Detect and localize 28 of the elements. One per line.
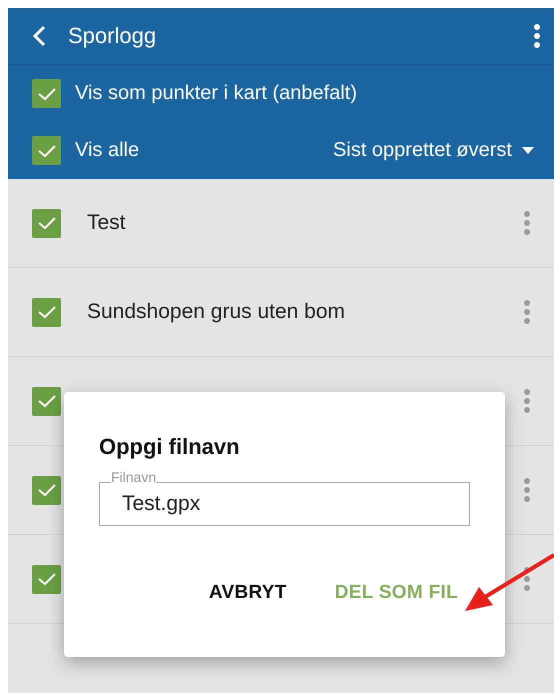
caret-icon — [522, 147, 534, 154]
check-icon — [36, 483, 56, 497]
screen-title: Sporlogg — [68, 23, 158, 49]
checkbox[interactable] — [32, 386, 61, 416]
more-icon[interactable] — [534, 24, 540, 48]
check-icon — [36, 394, 56, 408]
check-icon — [36, 572, 56, 586]
check-icon — [36, 305, 56, 319]
filename-field[interactable]: Test.gpx — [99, 482, 470, 526]
field-label: Filnavn — [111, 469, 156, 485]
track-name: Test — [87, 211, 127, 235]
check-icon — [36, 216, 56, 230]
checkbox[interactable] — [32, 476, 61, 504]
checkbox[interactable] — [32, 79, 61, 108]
dialog-title: Oppgi filnavn — [99, 434, 241, 460]
track-name: Sundshopen grus uten bom — [87, 300, 346, 324]
checkbox-label: Vis alle — [75, 139, 140, 162]
cancel-button[interactable]: AVBRYT — [208, 582, 287, 604]
checkbox[interactable] — [32, 208, 61, 238]
check-icon — [36, 144, 56, 158]
check-icon — [36, 86, 56, 100]
checkbox[interactable] — [32, 298, 61, 326]
back-icon[interactable] — [32, 25, 46, 47]
checkbox[interactable] — [32, 564, 61, 594]
more-icon[interactable] — [524, 567, 530, 591]
checkbox-label: Vis som punkter i kart (anbefalt) — [75, 82, 358, 105]
sort-dropdown[interactable]: Sist opprettet øverst — [333, 139, 534, 162]
checkbox[interactable] — [32, 136, 61, 165]
